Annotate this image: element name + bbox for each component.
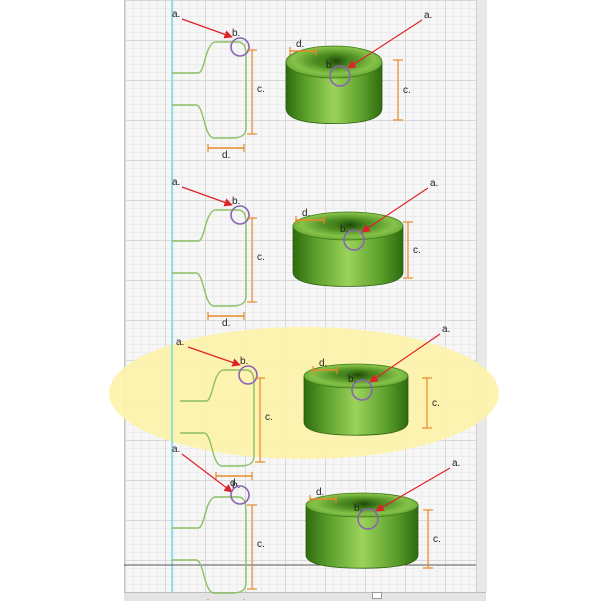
pointer-arrow xyxy=(347,19,423,69)
label-c: c. xyxy=(257,84,265,95)
label-c: c. xyxy=(265,412,273,423)
pointer-arrow xyxy=(181,186,233,207)
label-c: c. xyxy=(432,398,440,409)
pointer-arrow xyxy=(181,453,233,493)
label-a: a. xyxy=(172,444,180,455)
label-d: d. xyxy=(316,487,324,498)
label-a: a. xyxy=(424,10,432,21)
label-d: d. xyxy=(222,150,230,161)
label-a: a. xyxy=(172,177,180,188)
label-c: c. xyxy=(257,539,265,550)
label-d: d. xyxy=(302,208,310,219)
detail-circle xyxy=(230,37,250,57)
label-c: c. xyxy=(413,245,421,256)
panel-1: a.b.c.d.a.b.c.d. xyxy=(172,9,432,161)
label-c: c. xyxy=(433,534,441,545)
label-c: c. xyxy=(257,252,265,263)
diagram: a.b.c.d.a.b.c.d.a.b.c.d.a.b.c.d.a.b.c.d.… xyxy=(109,0,499,600)
bushing-hole xyxy=(347,498,381,510)
label-d: d. xyxy=(222,318,230,329)
panel-4: a.b.c.d.a.b.c.d. xyxy=(172,444,460,600)
bushing-hole xyxy=(333,218,367,232)
panel-2: a.b.c.d.a.b.c.d. xyxy=(172,177,438,329)
label-c: c. xyxy=(403,85,411,96)
label-a: a. xyxy=(442,324,450,335)
detail-circle xyxy=(230,205,250,225)
profile-curve xyxy=(172,41,247,139)
label-a: a. xyxy=(452,458,460,469)
pointer-arrow xyxy=(181,18,233,39)
label-d: d. xyxy=(296,39,304,50)
label-d: d. xyxy=(319,358,327,369)
profile-curve xyxy=(172,496,247,594)
profile-curve xyxy=(172,209,247,307)
label-a: a. xyxy=(172,9,180,20)
label-a: a. xyxy=(430,178,438,189)
label-a: a. xyxy=(176,337,184,348)
